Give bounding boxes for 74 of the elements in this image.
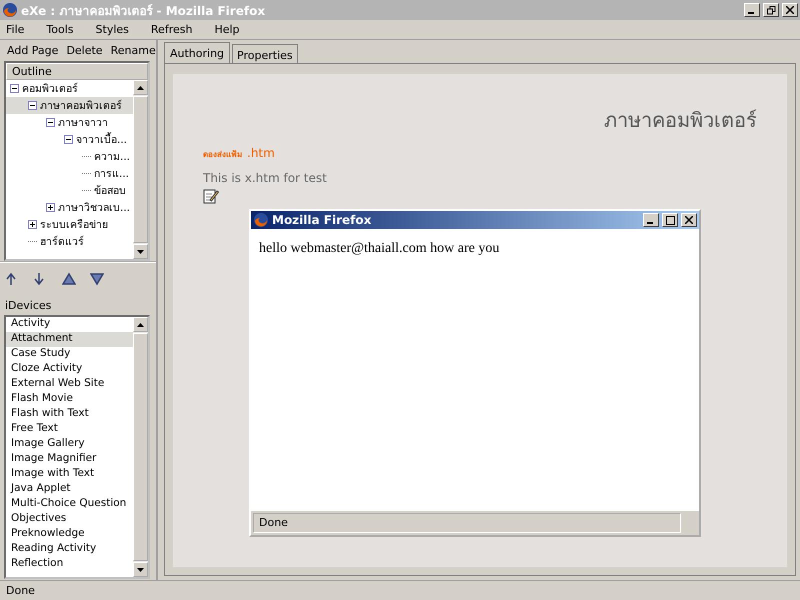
scroll-down-icon[interactable] (137, 250, 144, 254)
tree-item[interactable]: การแ... (6, 165, 133, 182)
popup-title: Mozilla Firefox (272, 213, 372, 227)
menu-item[interactable]: Help (214, 23, 240, 36)
page-action-link[interactable]: Add Page (7, 44, 58, 57)
firefox-logo-icon (253, 212, 269, 228)
arrow-icon[interactable] (90, 271, 104, 287)
expand-icon[interactable] (46, 203, 55, 212)
collapse-icon[interactable] (46, 118, 55, 127)
close-button[interactable] (681, 213, 697, 227)
idevice-item[interactable]: Free Text (6, 422, 133, 437)
idevice-item[interactable]: Image with Text (6, 467, 133, 482)
window-title: eXe : ภาษาคอมพิวเตอร์ - Mozilla Firefox (21, 2, 266, 20)
expand-icon[interactable] (28, 220, 37, 229)
idevice-item[interactable]: Image Gallery (6, 437, 133, 452)
scrollbar[interactable] (133, 317, 148, 577)
scroll-down-icon[interactable] (137, 568, 144, 572)
idevice-item[interactable]: Case Study (6, 347, 133, 362)
idevice-item[interactable]: Preknowledge (6, 527, 133, 542)
idevice-item[interactable]: Activity (6, 317, 133, 332)
idevice-item[interactable]: Flash with Text (6, 407, 133, 422)
tab[interactable]: Authoring (164, 42, 230, 63)
idevice-item[interactable]: Multi-Choice Question (6, 497, 133, 512)
idevice-item[interactable]: Java Applet (6, 482, 133, 497)
idevice-item[interactable]: Attachment (6, 332, 133, 347)
popup-message: hello webmaster@thaiall.com how are you (251, 229, 699, 511)
firefox-logo-icon (2, 2, 18, 18)
tree-item[interactable]: จาวาเบื้อ... (6, 131, 133, 148)
status-text: Done (0, 580, 800, 600)
scrollbar[interactable] (133, 80, 148, 259)
minimize-button[interactable] (744, 3, 760, 17)
idevice-item[interactable]: Reflection (6, 557, 133, 572)
tree-item[interactable]: ความ... (6, 148, 133, 165)
restore-button[interactable] (763, 3, 779, 17)
scroll-up-icon[interactable] (137, 322, 144, 326)
tree-item[interactable]: ภาษาวิชวลเบ... (6, 199, 133, 216)
menu-item[interactable]: Tools (46, 23, 74, 36)
tree-item[interactable]: ภาษาคอมพิวเตอร์ (6, 97, 133, 114)
idevice-item[interactable]: Cloze Activity (6, 362, 133, 377)
tree-item[interactable]: ระบบเครือข่าย (6, 216, 133, 233)
page-action-link[interactable]: Rename (110, 44, 156, 57)
tree-item[interactable]: ภาษาจาวา (6, 114, 133, 131)
idevices-label: iDevices (4, 298, 52, 314)
collapse-icon[interactable] (10, 84, 19, 93)
idevice-item[interactable]: Image Magnifier (6, 452, 133, 467)
collapse-icon[interactable] (64, 135, 73, 144)
idevice-item[interactable]: Reading Activity (6, 542, 133, 557)
tree-item[interactable]: คอมพิวเตอร์ (6, 80, 133, 97)
menu-item[interactable]: Styles (96, 23, 129, 36)
collapse-icon[interactable] (28, 101, 37, 110)
arrow-icon[interactable] (62, 271, 76, 287)
menu-item[interactable]: Refresh (150, 23, 192, 36)
maximize-icon (666, 216, 674, 224)
idevice-item[interactable]: External Web Site (6, 377, 133, 392)
minimize-button[interactable] (643, 213, 659, 227)
tree-item[interactable]: ฮาร์ดแวร์ (6, 233, 133, 250)
page-action-link[interactable]: Delete (66, 44, 103, 57)
close-button[interactable] (782, 3, 798, 17)
menu-item[interactable]: File (6, 23, 24, 36)
scroll-up-icon[interactable] (137, 86, 144, 90)
outline-header: Outline (6, 63, 148, 80)
idevice-item[interactable]: Objectives (6, 512, 133, 527)
maximize-button[interactable] (662, 213, 678, 227)
tab[interactable]: Properties (232, 44, 298, 63)
popup-status-text: Done (253, 513, 681, 533)
restore-icon (766, 6, 776, 14)
description-text: This is x.htm for test (203, 171, 328, 185)
page-heading: ภาษาคอมพิวเตอร์ (603, 107, 757, 134)
idevice-item[interactable]: Flash Movie (6, 392, 133, 407)
close-icon (786, 6, 794, 14)
attachment-label: ดองส่งแฟ้ม (203, 149, 242, 161)
tree-item[interactable]: ข้อสอบ (6, 182, 133, 199)
close-icon (685, 216, 693, 224)
edit-note-icon[interactable] (203, 188, 219, 204)
